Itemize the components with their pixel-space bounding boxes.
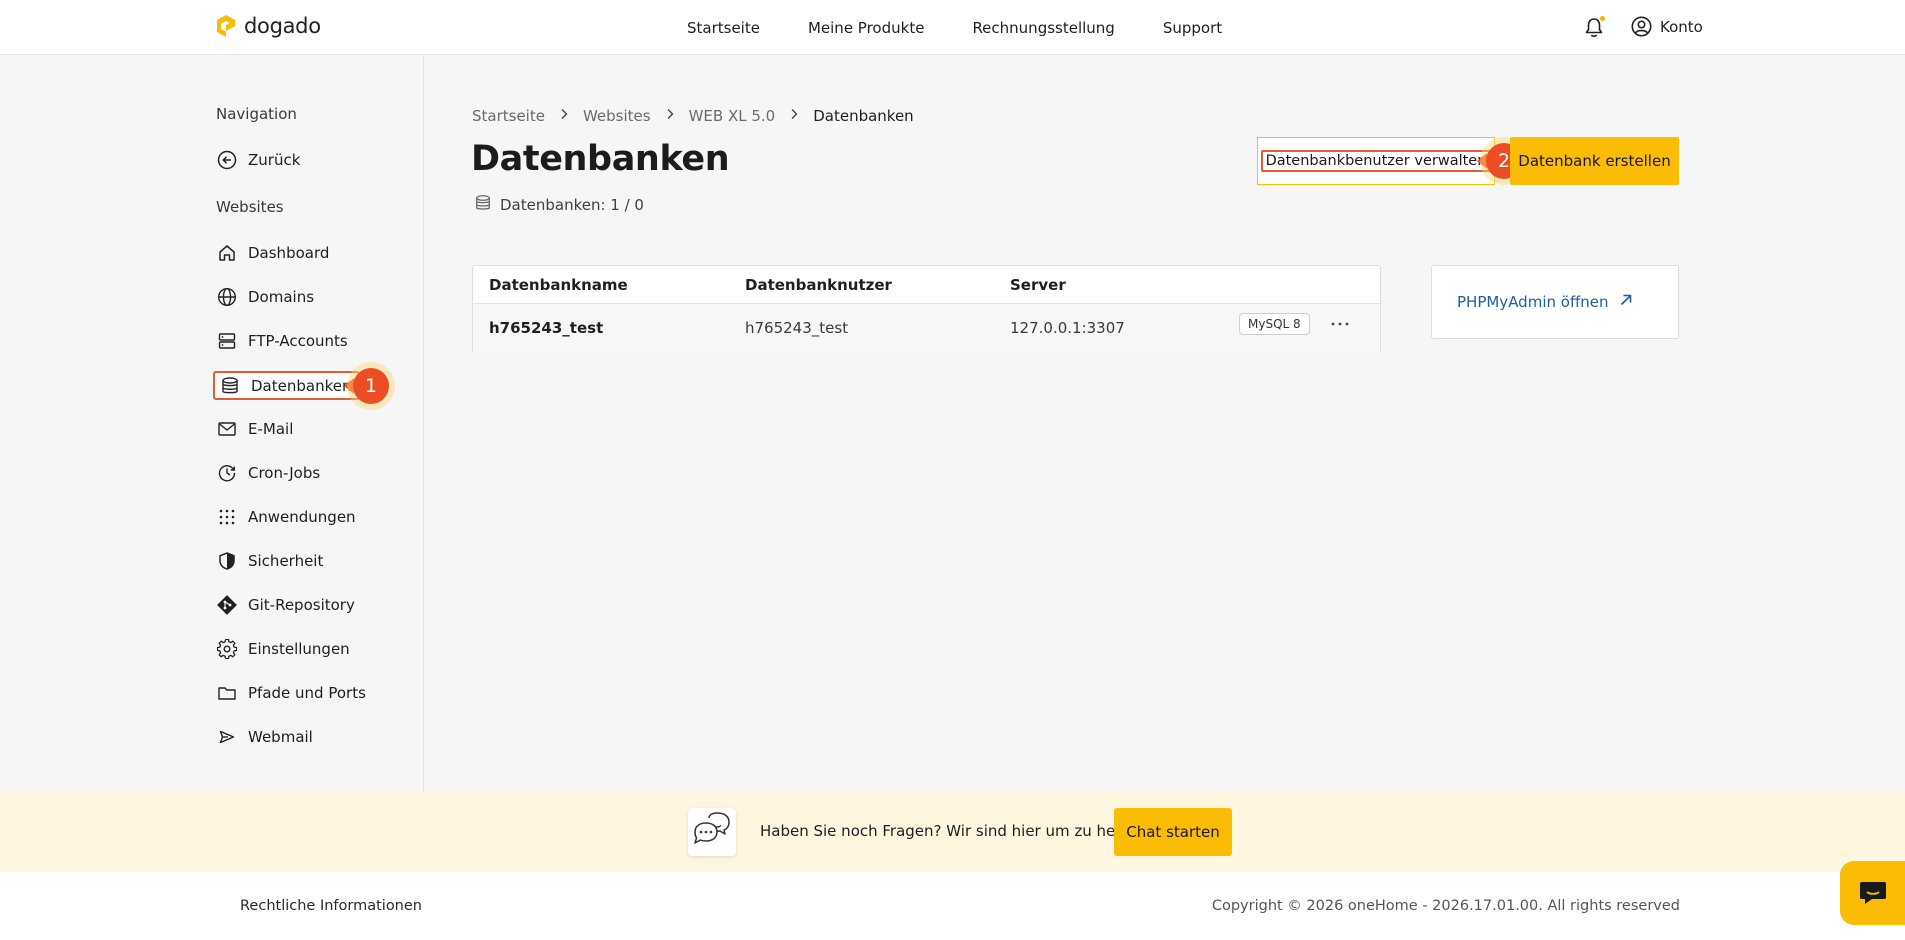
more-options-icon[interactable] — [1328, 312, 1352, 336]
sidebar-heading-navigation: Navigation — [216, 105, 297, 123]
column-header-server: Server — [1010, 276, 1066, 294]
sidebar-item-ftp-accounts[interactable]: FTP-Accounts — [216, 327, 348, 355]
chat-widget-button[interactable] — [1840, 861, 1905, 925]
breadcrumb: Startseite Websites WEB XL 5.0 Datenbank… — [472, 107, 914, 125]
mysql-version-badge: MySQL 8 — [1239, 313, 1310, 335]
sidebar-item-einstellungen[interactable]: Einstellungen — [216, 635, 350, 663]
sidebar-item-back[interactable]: Zurück — [216, 146, 300, 174]
sidebar-item-label: Sicherheit — [248, 552, 324, 570]
database-count-text: Datenbanken: 1 / 0 — [500, 196, 644, 214]
chat-icon — [1859, 882, 1886, 904]
nav-rechnungsstellung[interactable]: Rechnungsstellung — [972, 19, 1114, 37]
sidebar-item-sicherheit[interactable]: Sicherheit — [216, 547, 323, 575]
sidebar-item-label: Domains — [248, 288, 315, 306]
grid-icon — [216, 506, 238, 528]
phpmyadmin-card: PHPMyAdmin öffnen — [1431, 265, 1679, 339]
chevron-right-icon — [665, 108, 675, 124]
chevron-right-icon — [789, 108, 799, 124]
manage-db-users-label: Datenbankbenutzer verwalten — [1260, 150, 1492, 172]
copyright-text: Copyright © 2026 oneHome - 2026.17.01.00… — [1211, 898, 1680, 914]
home-icon — [216, 242, 238, 264]
database-count: Datenbanken: 1 / 0 — [474, 194, 644, 216]
column-header-user: Datenbanknutzer — [745, 276, 892, 294]
chat-bubbles-icon — [688, 808, 736, 856]
globe-icon — [216, 286, 238, 308]
sidebar-item-git-repository[interactable]: Git-Repository — [216, 591, 355, 619]
arrow-left-circle-icon — [216, 149, 238, 171]
notification-dot — [1599, 15, 1606, 22]
server-icon — [216, 330, 238, 352]
sidebar-item-label: Einstellungen — [248, 640, 350, 658]
logo-icon — [217, 15, 235, 37]
help-banner: Haben Sie noch Fragen? Wir sind hier um … — [0, 792, 1905, 872]
external-arrow-icon — [1619, 293, 1633, 311]
start-chat-button[interactable]: Chat starten — [1114, 808, 1232, 856]
help-text: Haben Sie noch Fragen? Wir sind hier um … — [760, 822, 1149, 840]
folder-icon — [216, 682, 238, 704]
notifications-bell-icon[interactable] — [1584, 15, 1606, 39]
sidebar-item-label: Webmail — [248, 728, 313, 746]
sidebar-item-label: Git-Repository — [248, 596, 355, 614]
gear-icon — [216, 638, 238, 660]
sidebar-item-label: Dashboard — [248, 244, 330, 262]
manage-db-users-button[interactable]: Datenbankbenutzer verwalten — [1257, 137, 1495, 185]
footer: Rechtliche Informationen Copyright © 202… — [0, 872, 1905, 940]
sidebar-item-label: Anwendungen — [248, 508, 356, 526]
sidebar-item-pfade-und-ports[interactable]: Pfade und Ports — [216, 679, 366, 707]
table-row[interactable]: h765243_test h765243_test 127.0.0.1:3307… — [473, 304, 1380, 353]
page-title: Datenbanken — [471, 139, 730, 179]
account-label: Konto — [1660, 17, 1703, 36]
step-marker-1-label: 1 — [353, 368, 389, 404]
user-circle-icon — [1631, 16, 1652, 37]
breadcrumb-web-xl[interactable]: WEB XL 5.0 — [689, 107, 776, 125]
top-header: dogado Startseite Meine Produkte Rechnun… — [0, 0, 1905, 55]
mail-icon — [216, 418, 238, 440]
cell-db-user: h765243_test — [745, 319, 849, 337]
sidebar-item-email[interactable]: E-Mail — [216, 415, 293, 443]
column-header-name: Datenbankname — [489, 276, 628, 294]
table-header: Datenbankname Datenbanknutzer Server — [473, 266, 1380, 304]
chevron-right-icon — [559, 108, 569, 124]
nav-meine-produkte[interactable]: Meine Produkte — [808, 19, 924, 37]
sidebar-item-label: Datenbanken — [251, 376, 352, 395]
logo[interactable]: dogado — [215, 14, 321, 38]
breadcrumb-current: Datenbanken — [813, 107, 914, 125]
sidebar-item-domains[interactable]: Domains — [216, 283, 314, 311]
sidebar-item-label: E-Mail — [248, 420, 294, 438]
logo-text: dogado — [244, 14, 321, 38]
breadcrumb-websites[interactable]: Websites — [583, 107, 651, 125]
sidebar-item-cron-jobs[interactable]: Cron-Jobs — [216, 459, 320, 487]
sidebar-heading-websites: Websites — [216, 198, 284, 216]
sidebar-item-label: FTP-Accounts — [248, 332, 348, 350]
nav-startseite[interactable]: Startseite — [687, 19, 760, 37]
sidebar-item-label: Pfade und Ports — [248, 684, 366, 702]
databases-table: Datenbankname Datenbanknutzer Server h76… — [472, 265, 1381, 353]
main-nav: Startseite Meine Produkte Rechnungsstell… — [687, 0, 1222, 55]
account-menu[interactable]: Konto — [1631, 16, 1703, 37]
clock-icon — [216, 462, 238, 484]
create-database-button[interactable]: Datenbank erstellen — [1510, 137, 1679, 185]
send-icon — [216, 726, 238, 748]
database-icon — [219, 375, 241, 397]
main-content: Startseite Websites WEB XL 5.0 Datenbank… — [424, 55, 1905, 792]
phpmyadmin-link[interactable]: PHPMyAdmin öffnen — [1457, 293, 1633, 311]
legal-info-link[interactable]: Rechtliche Informationen — [240, 898, 422, 914]
cell-server: 127.0.0.1:3307 — [1010, 319, 1125, 337]
cell-db-name: h765243_test — [489, 319, 604, 337]
sidebar-item-webmail[interactable]: Webmail — [216, 723, 313, 751]
sidebar-item-datenbanken[interactable]: Datenbanken — [213, 371, 361, 400]
nav-support[interactable]: Support — [1163, 19, 1222, 37]
sidebar-item-label: Cron-Jobs — [248, 464, 321, 482]
sidebar-item-label: Zurück — [248, 151, 301, 169]
breadcrumb-startseite[interactable]: Startseite — [472, 107, 545, 125]
phpmyadmin-label: PHPMyAdmin öffnen — [1457, 293, 1609, 311]
sidebar-item-anwendungen[interactable]: Anwendungen — [216, 503, 356, 531]
database-icon — [474, 194, 492, 216]
sidebar-item-dashboard[interactable]: Dashboard — [216, 239, 329, 267]
shield-icon — [216, 550, 238, 572]
git-icon — [216, 594, 238, 616]
